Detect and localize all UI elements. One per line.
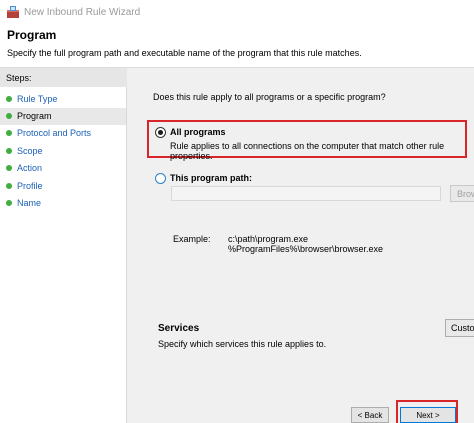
steps-header: Steps: — [0, 68, 127, 87]
step-label: Name — [17, 198, 42, 208]
step-rule-type[interactable]: Rule Type — [0, 91, 126, 108]
window-title: New Inbound Rule Wizard — [24, 7, 141, 18]
wizard-header: Program Specify the full program path an… — [0, 24, 474, 68]
step-bullet-icon — [6, 113, 12, 119]
page-title: Program — [7, 28, 57, 42]
back-button[interactable]: < Back — [351, 407, 389, 423]
wizard-body: Steps: Rule Type Program Protocol and Po… — [0, 68, 474, 423]
example-path-1: c:\path\program.exe — [228, 234, 309, 244]
step-label: Protocol and Ports — [17, 128, 92, 138]
step-bullet-icon — [6, 165, 12, 171]
services-description: Specify which services this rule applies… — [158, 339, 327, 349]
step-bullet-icon — [6, 96, 12, 102]
this-program-radio[interactable] — [155, 173, 166, 184]
example-path-2: %ProgramFiles%\browser\browser.exe — [228, 244, 384, 254]
step-scope[interactable]: Scope — [0, 143, 126, 160]
step-protocol-and-ports[interactable]: Protocol and Ports — [0, 125, 126, 142]
step-bullet-icon — [6, 200, 12, 206]
customize-button[interactable]: Customize... — [445, 319, 474, 337]
all-programs-description: Rule applies to all connections on the c… — [170, 141, 445, 161]
question-text: Does this rule apply to all programs or … — [153, 92, 386, 102]
browse-button[interactable]: Browse... — [450, 185, 474, 202]
step-profile[interactable]: Profile — [0, 178, 126, 195]
step-label: Scope — [17, 146, 43, 156]
page-description: Specify the full program path and execut… — [7, 48, 362, 58]
step-action[interactable]: Action — [0, 160, 126, 177]
content-panel: Does this rule apply to all programs or … — [128, 68, 474, 423]
steps-panel: Steps: Rule Type Program Protocol and Po… — [0, 68, 127, 423]
step-label: Rule Type — [17, 94, 58, 104]
next-button-highlight — [396, 400, 458, 423]
step-program[interactable]: Program — [0, 108, 126, 125]
firewall-wizard-icon — [7, 6, 19, 18]
step-bullet-icon — [6, 130, 12, 136]
services-title: Services — [158, 323, 200, 334]
step-bullet-icon — [6, 148, 12, 154]
all-programs-label[interactable]: All programs — [170, 127, 226, 137]
program-path-input[interactable] — [171, 186, 441, 201]
step-label: Profile — [17, 181, 43, 191]
step-label: Program — [17, 111, 52, 121]
this-program-label[interactable]: This program path: — [170, 173, 252, 183]
step-name[interactable]: Name — [0, 195, 126, 212]
example-label: Example: — [173, 234, 211, 244]
title-bar: New Inbound Rule Wizard — [0, 0, 474, 24]
step-label: Action — [17, 163, 43, 173]
all-programs-radio[interactable] — [155, 127, 166, 138]
step-bullet-icon — [6, 183, 12, 189]
